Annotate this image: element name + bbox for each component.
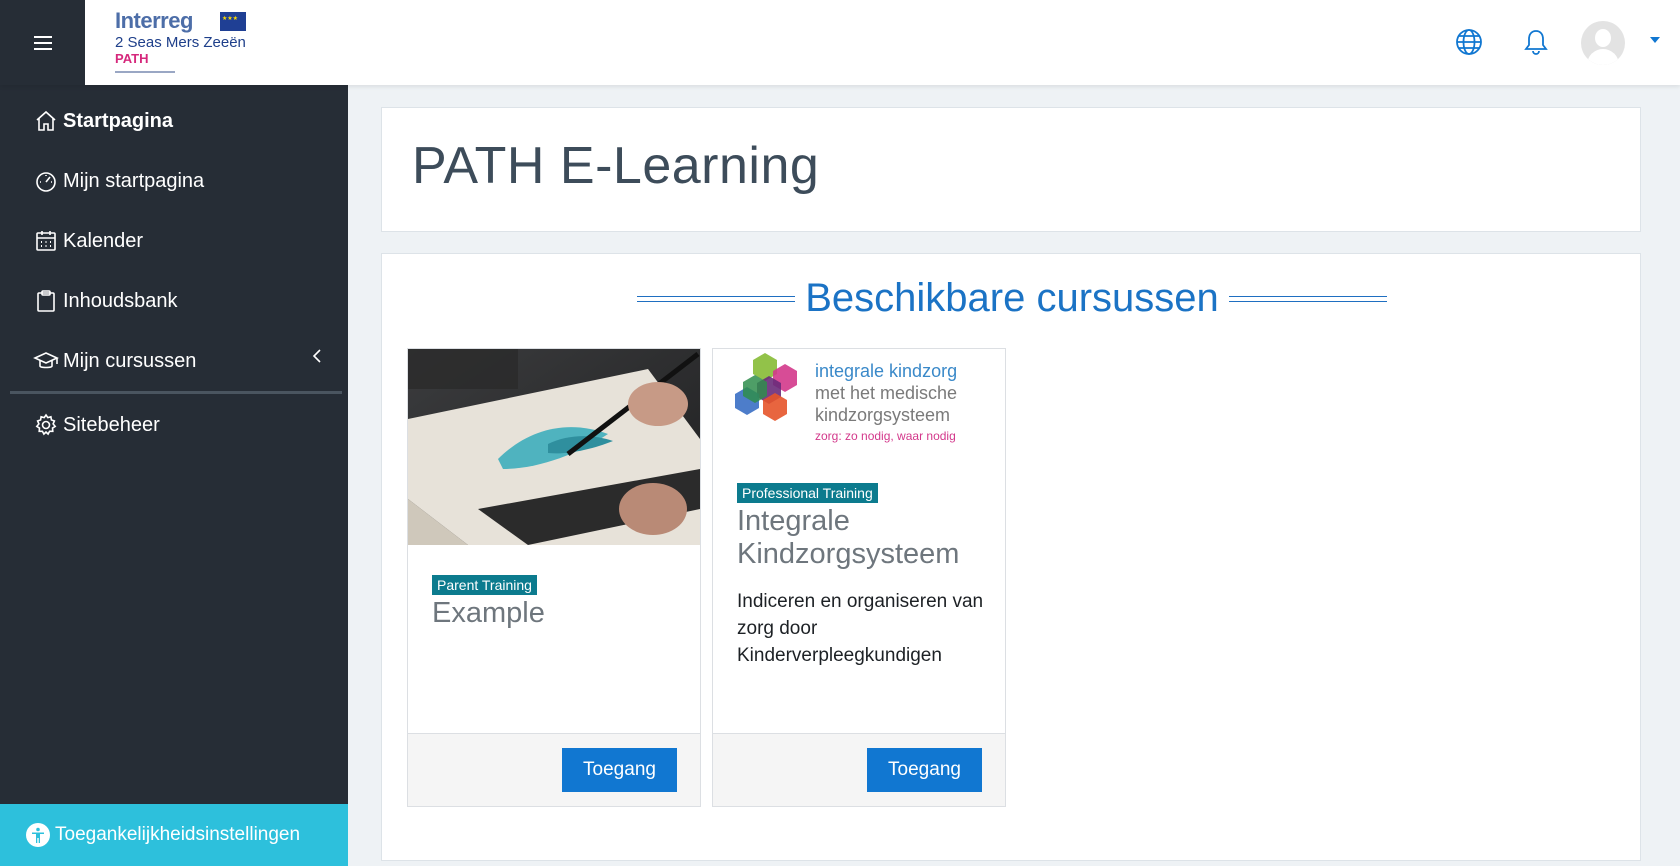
sidebar-item-mijn-cursussen[interactable]: Mijn cursussen bbox=[33, 346, 196, 376]
course-card: integrale kindzorg met het medische kind… bbox=[712, 348, 1006, 807]
home-icon bbox=[33, 108, 59, 134]
course-image-painting[interactable] bbox=[408, 349, 700, 545]
sidebar: Startpagina Mijn startpagina Kalender In… bbox=[0, 85, 348, 866]
available-courses-card: Beschikbare cursussen Parent Training Ex… bbox=[381, 253, 1641, 861]
section-title: Beschikbare cursussen bbox=[805, 276, 1219, 320]
sidebar-item-label: Inhoudsbank bbox=[63, 289, 178, 312]
course-description: Indiceren en organiseren van zorg door K… bbox=[737, 591, 984, 666]
sidebar-item-inhoudsbank[interactable]: Inhoudsbank bbox=[33, 286, 178, 316]
sidebar-item-sitebeheer[interactable]: Sitebeheer bbox=[33, 410, 160, 440]
page-title: PATH E-Learning bbox=[412, 137, 820, 195]
course-name-link[interactable]: Example bbox=[432, 597, 545, 630]
course-access-button[interactable]: Toegang bbox=[562, 748, 677, 792]
graduation-cap-icon bbox=[33, 348, 59, 374]
clipboard-icon bbox=[33, 288, 59, 314]
language-button[interactable] bbox=[1451, 24, 1487, 60]
hamburger-menu-button[interactable] bbox=[0, 0, 85, 85]
course-category-badge: Parent Training bbox=[432, 575, 537, 595]
sidebar-item-label: Mijn cursussen bbox=[63, 349, 197, 372]
accessibility-settings-button[interactable]: Toegankelijkheidsinstellingen bbox=[0, 804, 348, 866]
course-name-link[interactable]: Integrale Kindzorgsysteem bbox=[737, 505, 997, 571]
top-navbar: Interreg 2 Seas Mers Zeeën PATH bbox=[0, 0, 1680, 85]
course-card: Parent Training Example Toegang bbox=[407, 348, 701, 807]
eu-flag-icon bbox=[220, 12, 246, 31]
hamburger-icon bbox=[33, 35, 52, 50]
user-menu-caret-icon[interactable] bbox=[1650, 37, 1660, 43]
page-header-card: PATH E-Learning bbox=[381, 107, 1641, 232]
title-rule-right bbox=[1228, 295, 1387, 302]
logo-text-3: kindzorgsysteem bbox=[815, 405, 950, 425]
sidebar-item-startpagina[interactable]: Startpagina bbox=[33, 106, 173, 136]
course-footer: Toegang bbox=[408, 733, 700, 806]
sidebar-item-label: Sitebeheer bbox=[63, 413, 160, 436]
course-footer: Toegang bbox=[713, 733, 1005, 806]
logo-text-2: met het medische bbox=[815, 383, 957, 403]
sidebar-divider bbox=[10, 391, 342, 394]
sidebar-item-kalender[interactable]: Kalender bbox=[33, 226, 143, 256]
sidebar-item-mijn-startpagina[interactable]: Mijn startpagina bbox=[33, 166, 204, 196]
interreg-logo[interactable]: Interreg 2 Seas Mers Zeeën PATH bbox=[115, 10, 255, 76]
logo-line-3: PATH bbox=[115, 51, 149, 66]
course-category-badge: Professional Training bbox=[737, 483, 878, 503]
sidebar-item-label: Kalender bbox=[63, 229, 144, 252]
title-rule-left bbox=[637, 295, 796, 302]
bell-icon bbox=[1524, 30, 1548, 55]
sidebar-item-label: Startpagina bbox=[63, 109, 174, 132]
notifications-button[interactable] bbox=[1518, 24, 1554, 60]
accessibility-label: Toegankelijkheidsinstellingen bbox=[55, 824, 301, 845]
globe-icon bbox=[1456, 29, 1482, 55]
calendar-icon bbox=[33, 228, 59, 254]
sidebar-item-label: Mijn startpagina bbox=[63, 169, 205, 192]
gear-icon bbox=[33, 412, 59, 438]
section-header: Beschikbare cursussen bbox=[382, 276, 1642, 321]
logo-underline bbox=[115, 71, 175, 73]
chevron-left-icon[interactable] bbox=[310, 348, 324, 364]
logo-text-4: zorg: zo nodig, waar nodig bbox=[815, 429, 956, 443]
accessibility-icon bbox=[26, 823, 50, 847]
course-access-button[interactable]: Toegang bbox=[867, 748, 982, 792]
user-avatar[interactable] bbox=[1581, 21, 1625, 65]
logo-line-2: 2 Seas Mers Zeeën bbox=[115, 34, 246, 51]
logo-text-1: integrale kindzorg bbox=[815, 361, 957, 381]
dashboard-icon bbox=[33, 168, 59, 194]
